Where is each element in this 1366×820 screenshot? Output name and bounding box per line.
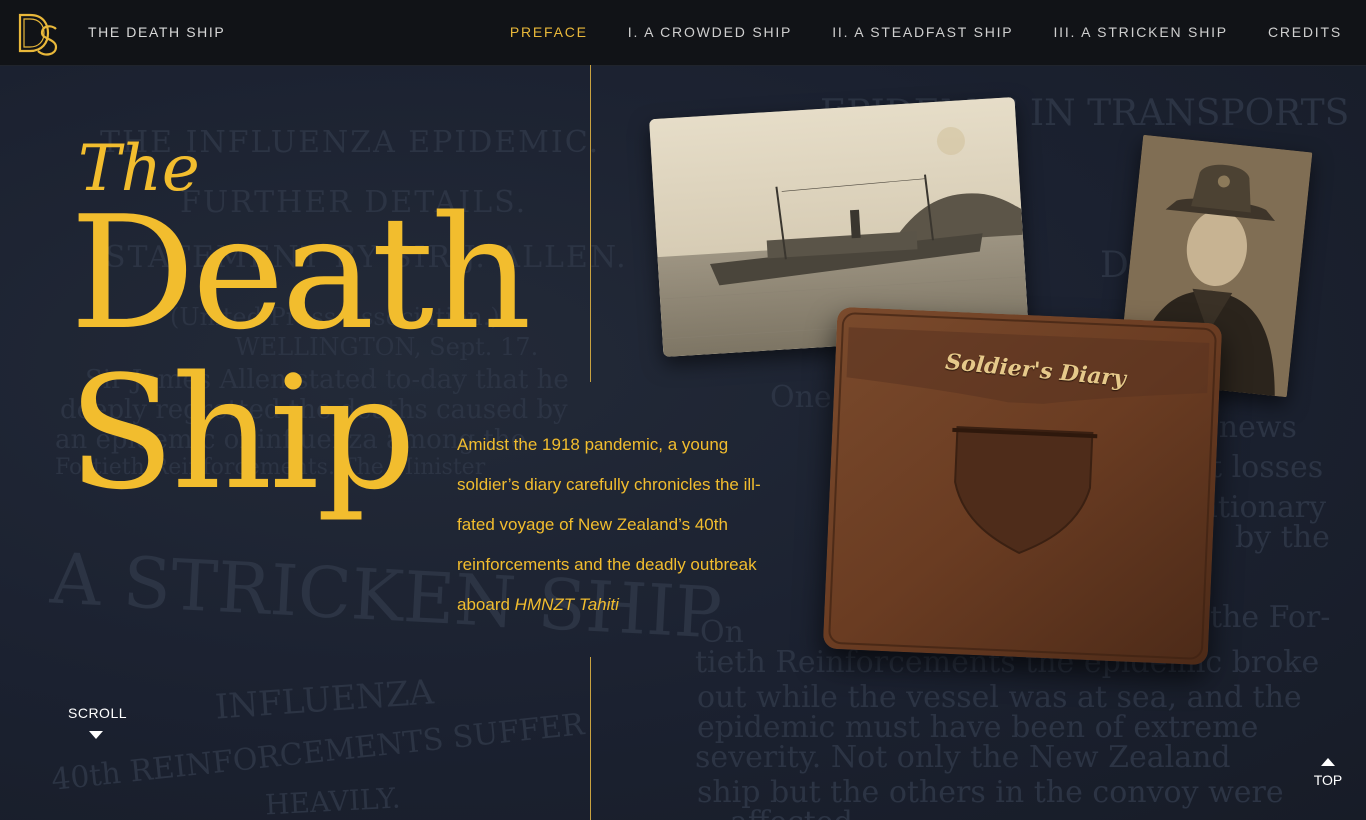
arrow-down-icon — [88, 731, 103, 739]
main-nav: PREFACE I. A CROWDED SHIP II. A STEADFAS… — [510, 24, 1342, 40]
intro-paragraph: Amidst the 1918 pandemic, a young soldie… — [457, 425, 777, 625]
scroll-label: SCROLL — [68, 705, 128, 721]
intro-text: Amidst the 1918 pandemic, a young soldie… — [457, 435, 761, 614]
news-text: severity. Not only the New Zealand — [695, 740, 1231, 775]
news-text: INFLUENZA — [213, 672, 436, 728]
site-title[interactable]: THE DEATH SHIP — [88, 24, 225, 40]
vertical-divider — [590, 65, 591, 382]
nav-preface[interactable]: PREFACE — [510, 24, 588, 40]
news-text: 40th REINFORCEMENTS SUFFER — [49, 707, 586, 798]
nav-steadfast-ship[interactable]: II. A STEADFAST SHIP — [832, 24, 1013, 40]
news-text: affected — [730, 805, 853, 820]
hero-title-ship: Ship — [68, 342, 416, 524]
news-text: the For- — [1210, 600, 1331, 635]
vertical-divider — [590, 657, 591, 820]
news-text: One — [770, 380, 832, 415]
hero-title-death: Death — [70, 182, 532, 364]
back-to-top-button[interactable]: TOP — [1310, 758, 1346, 788]
nav-stricken-ship[interactable]: III. A STRICKEN SHIP — [1053, 24, 1227, 40]
ds-logo-icon[interactable] — [16, 11, 62, 59]
news-text: t losses — [1210, 450, 1324, 485]
news-text: by the — [1235, 520, 1330, 555]
soldiers-diary-photo: Soldier's Diary — [823, 307, 1223, 665]
nav-crowded-ship[interactable]: I. A CROWDED SHIP — [628, 24, 792, 40]
nav-credits[interactable]: CREDITS — [1268, 24, 1342, 40]
intro-ship-name: HMNZT Tahiti — [514, 595, 619, 614]
top-navbar: THE DEATH SHIP PREFACE I. A CROWDED SHIP… — [0, 0, 1366, 66]
arrow-up-icon — [1321, 758, 1335, 766]
top-label: TOP — [1313, 772, 1343, 788]
scroll-button[interactable]: SCROLL — [68, 705, 128, 739]
news-text: HEAVILY. — [264, 781, 402, 820]
